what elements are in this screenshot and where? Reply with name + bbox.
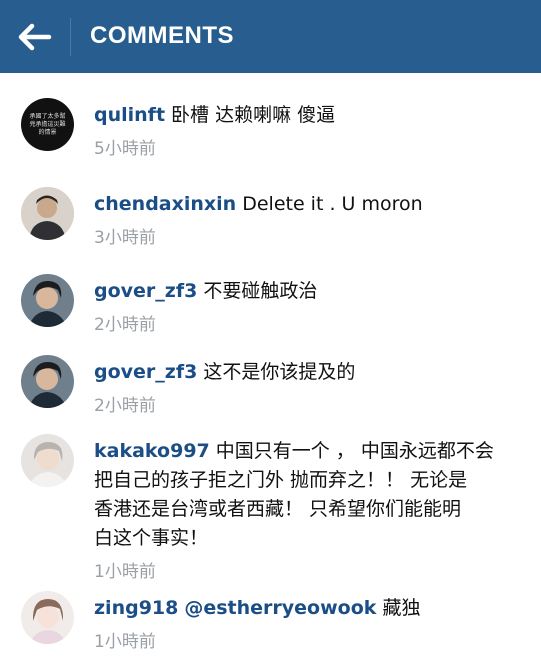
comment-text-line: 白这个事实！: [94, 527, 209, 549]
avatar[interactable]: 承國了太多幫兇承擔這災難的情景: [21, 98, 74, 151]
comment-text-line: 把自己的孩子拒之门外 抛而弃之！！ 无论是: [94, 469, 468, 491]
comment-timestamp: 2小時前: [94, 315, 156, 335]
avatar-text: 承國了太多幫兇承擔這災難的情景: [29, 112, 66, 136]
back-arrow-icon: [18, 23, 52, 51]
avatar-person-icon: [21, 591, 74, 644]
comment-username[interactable]: zing918: [94, 597, 178, 619]
comment-username[interactable]: chendaxinxin: [94, 193, 236, 215]
comment-text: 这不是你该提及的: [203, 361, 356, 383]
comment-timestamp: 1小時前: [94, 632, 156, 652]
avatar[interactable]: [21, 274, 74, 327]
avatar[interactable]: [21, 434, 74, 487]
page-title: COMMENTS: [90, 22, 234, 49]
comment-mention[interactable]: @estherryeowook: [184, 597, 376, 619]
comment-text-line: 中国只有一个 ， 中国永远都不会: [215, 440, 494, 462]
comment-text: 藏独: [382, 597, 421, 619]
comment-text: Delete it . U moron: [242, 193, 423, 215]
avatar-person-icon: [21, 434, 74, 487]
avatar[interactable]: [21, 355, 74, 408]
comment-username[interactable]: qulinft: [94, 104, 165, 126]
comment-timestamp: 3小時前: [94, 228, 156, 248]
avatar[interactable]: [21, 591, 74, 644]
comment-username[interactable]: gover_zf3: [94, 280, 197, 302]
comment-text: 不要碰触政治: [203, 280, 318, 302]
comment-timestamp: 5小時前: [94, 139, 156, 159]
avatar-person-icon: [21, 355, 74, 408]
comment-text-line: 香港还是台湾或者西藏！ 只希望你们能能明: [94, 498, 462, 520]
comment-username[interactable]: gover_zf3: [94, 361, 197, 383]
comment-timestamp: 1小時前: [94, 562, 156, 582]
avatar-person-icon: [21, 274, 74, 327]
back-button[interactable]: [14, 18, 54, 56]
avatar-person-icon: [21, 187, 74, 240]
top-bar: COMMENTS: [0, 0, 541, 73]
header-divider: [70, 18, 71, 56]
comment-timestamp: 2小時前: [94, 396, 156, 416]
comment-username[interactable]: kakako997: [94, 440, 210, 462]
avatar[interactable]: [21, 187, 74, 240]
comment-text: 卧槽 达赖喇嘛 傻逼: [171, 104, 336, 126]
